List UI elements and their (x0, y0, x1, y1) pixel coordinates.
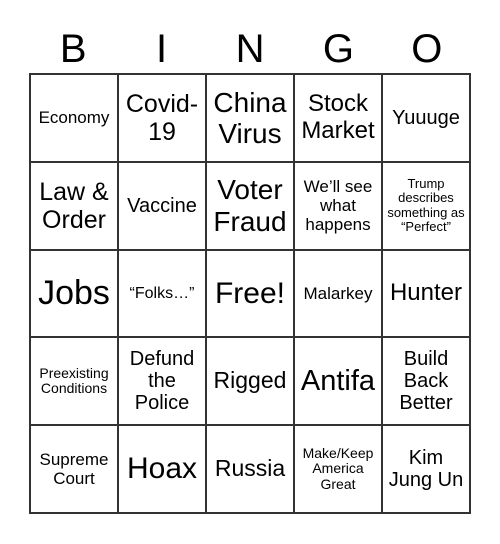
bingo-cell[interactable]: Voter Fraud (206, 161, 294, 250)
bingo-cell[interactable]: Trump describes something as “Perfect” (382, 161, 470, 250)
bingo-cell-text: Law & Order (39, 177, 109, 234)
bingo-cell[interactable]: Malarkey (294, 249, 382, 338)
header-letter-o: O (411, 27, 443, 71)
bingo-cell-text: Malarkey (303, 283, 373, 303)
bingo-cell[interactable]: Hunter (382, 249, 470, 338)
bingo-cell[interactable]: Vaccine (118, 161, 206, 250)
bingo-cell[interactable]: Kim Jung Un (382, 425, 470, 513)
bingo-cell-text: China Virus (213, 86, 287, 149)
bingo-cell-text: Yuuuge (392, 106, 460, 129)
header-letter-b: B (59, 27, 87, 71)
bingo-cell[interactable]: Antifa (294, 337, 382, 426)
bingo-header: B I N G O (29, 24, 471, 74)
bingo-cell-text: Antifa (300, 365, 376, 398)
bingo-cell[interactable]: Rigged (206, 337, 294, 426)
bingo-cell[interactable]: China Virus (206, 74, 294, 162)
bingo-cell[interactable]: Economy (30, 74, 118, 162)
bingo-cell-text: Make/Keep America Great (302, 444, 374, 492)
bingo-cell-text: Free! (214, 276, 286, 310)
bingo-cell-text: Stock Market (301, 90, 375, 144)
bingo-cell-text: Trump describes something as “Perfect” (387, 175, 465, 235)
bingo-cell-text: Hunter (389, 279, 463, 307)
bingo-cell-text: Voter Fraud (213, 174, 287, 237)
bingo-cell-text: Russia (214, 455, 286, 482)
bingo-cell[interactable]: Supreme Court (30, 425, 118, 513)
bingo-grid: Economy Covid-19 China Virus Stock Market Yu… (29, 73, 471, 514)
bingo-cell-text: Supreme Court (39, 450, 109, 489)
bingo-cell[interactable]: Stock Market (294, 74, 382, 162)
bingo-cell-text: Kim Jung Un (388, 446, 464, 492)
bingo-cell[interactable]: Free! (206, 249, 294, 338)
bingo-cell[interactable]: Defund the Police (118, 337, 206, 426)
bingo-cell[interactable]: Russia (206, 425, 294, 513)
bingo-cell[interactable]: We’ll see what happens (294, 161, 382, 250)
header-letter-i: I (156, 27, 168, 71)
bingo-cell-text: Hoax (126, 452, 198, 486)
bingo-cell-text: Economy (38, 108, 110, 128)
bingo-cell-text: Jobs (38, 274, 110, 313)
bingo-cell[interactable]: Preexisting Conditions (30, 337, 118, 426)
bingo-cell-text: Rigged (213, 367, 287, 394)
bingo-cell[interactable]: “Folks…” (118, 249, 206, 338)
bingo-cell[interactable]: Build Back Better (382, 337, 470, 426)
bingo-cell-text: Build Back Better (399, 347, 453, 415)
header-letter-n: N (235, 27, 265, 71)
header-letter-g: G (322, 27, 354, 71)
bingo-cell[interactable]: Law & Order (30, 161, 118, 250)
bingo-cell-text: Defund the Police (129, 347, 195, 415)
bingo-cell-text: Vaccine (127, 194, 197, 217)
bingo-cell-text: Covid-19 (125, 89, 199, 146)
bingo-cell[interactable]: Hoax (118, 425, 206, 513)
bingo-cell[interactable]: Make/Keep America Great (294, 425, 382, 513)
bingo-cell[interactable]: Covid-19 (118, 74, 206, 162)
bingo-cell-text: “Folks…” (129, 284, 195, 302)
bingo-cell[interactable]: Jobs (30, 249, 118, 338)
bingo-cell-text: We’ll see what happens (303, 177, 373, 235)
bingo-cell[interactable]: Yuuuge (382, 74, 470, 162)
bingo-cell-text: Preexisting Conditions (39, 364, 109, 397)
